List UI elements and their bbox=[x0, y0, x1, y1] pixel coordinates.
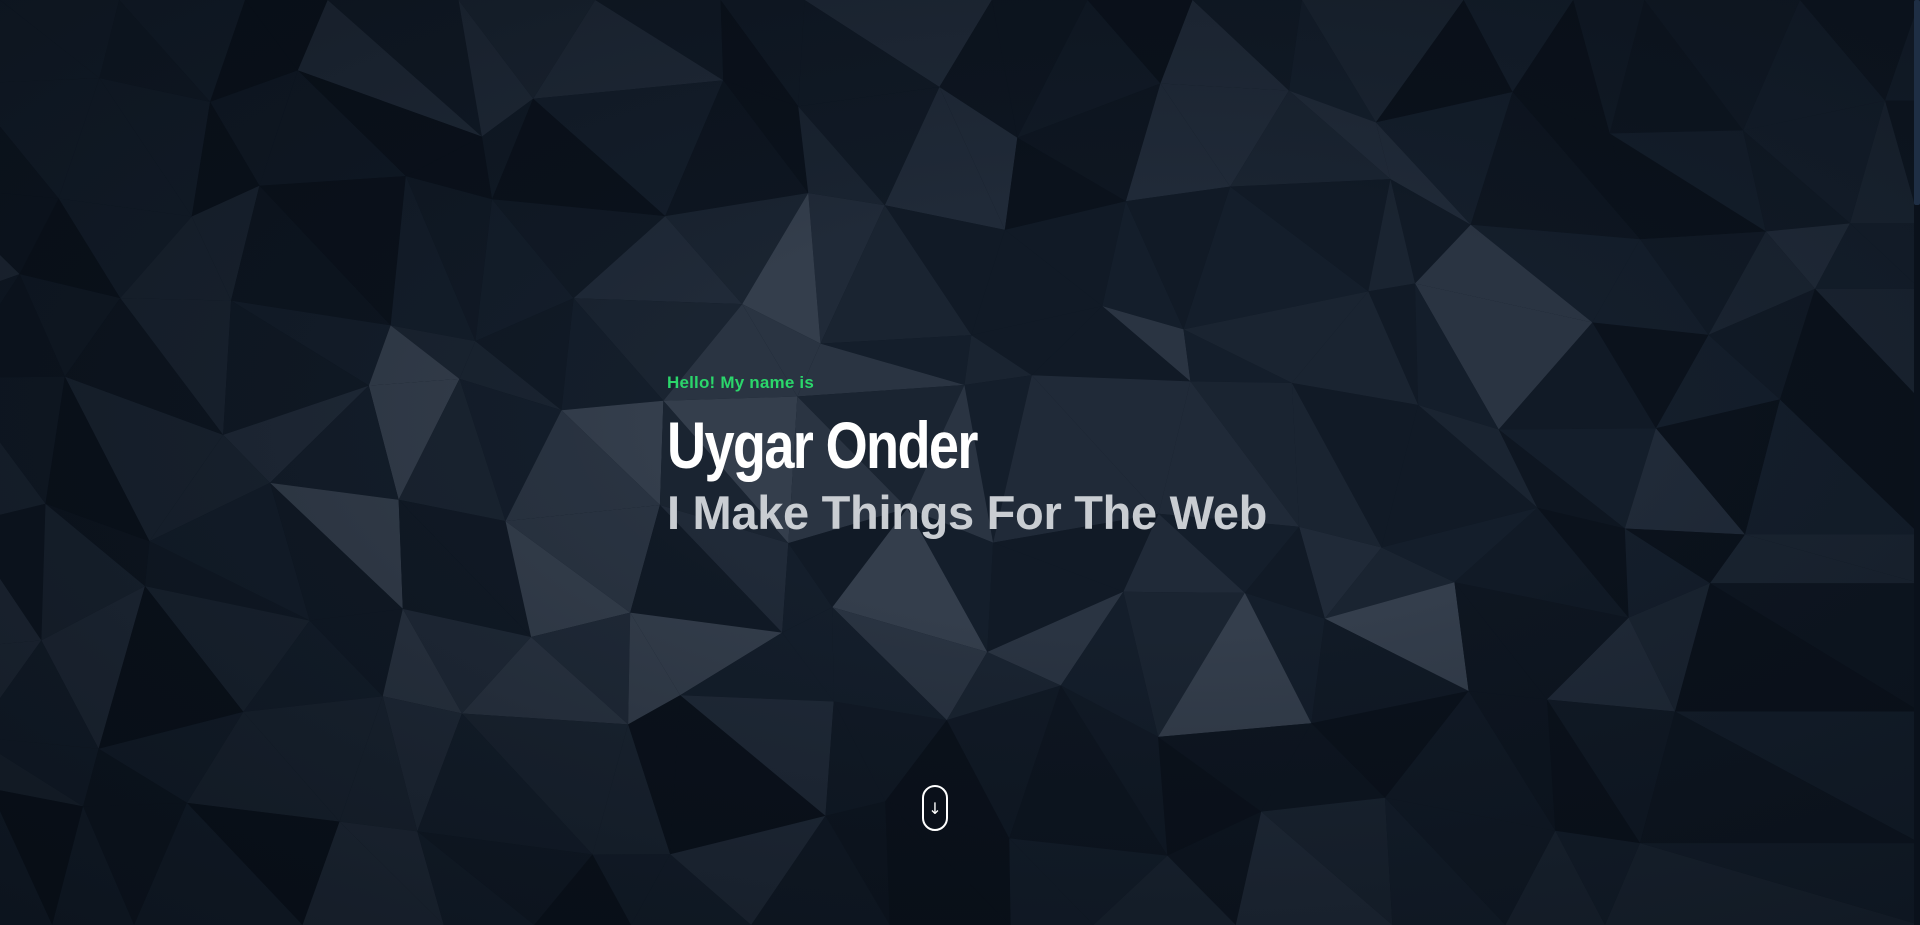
hero-tagline: I Make Things For The Web bbox=[667, 486, 1268, 539]
scroll-down-button[interactable]: ↓ bbox=[922, 785, 948, 831]
greeting-text: Hello! My name is bbox=[667, 373, 814, 392]
arrow-down-icon: ↓ bbox=[928, 798, 942, 818]
hero-section: Hello! My name is Uygar Onder I Make Thi… bbox=[0, 0, 1920, 925]
hero-name: Uygar Onder bbox=[667, 408, 978, 482]
scrollbar-thumb[interactable] bbox=[1914, 0, 1920, 205]
page-scrollbar[interactable] bbox=[1914, 0, 1920, 925]
intro-block: Hello! My name is Uygar Onder I Make Thi… bbox=[667, 373, 1267, 543]
